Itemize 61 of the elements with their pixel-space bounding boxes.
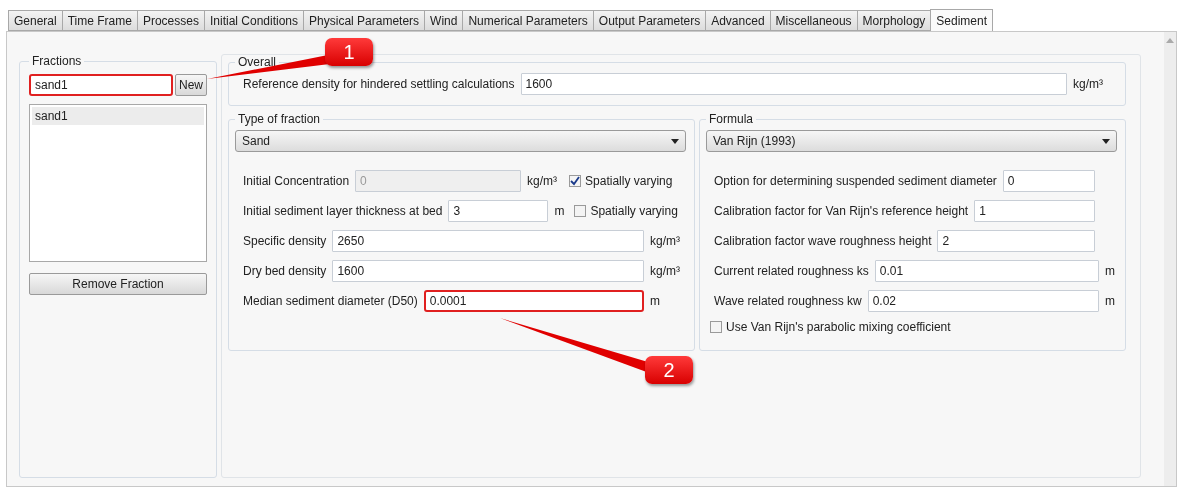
input-field[interactable]: 1 bbox=[974, 200, 1095, 222]
unit-label: m bbox=[650, 294, 661, 308]
input-field[interactable]: 2 bbox=[937, 230, 1095, 252]
tab[interactable]: Output Parameters bbox=[592, 10, 707, 31]
tab[interactable]: Processes bbox=[136, 10, 205, 31]
group-title: Overall bbox=[237, 55, 277, 69]
input-field[interactable]: 0 bbox=[1002, 170, 1095, 192]
input-field[interactable]: 0.0001 bbox=[423, 290, 644, 312]
input-field[interactable]: 1600 bbox=[520, 73, 1067, 95]
field-label: Reference density for hindered settling calculations bbox=[243, 77, 515, 91]
tab[interactable]: Numerical Parameters bbox=[462, 10, 594, 31]
input-field[interactable]: sand1 bbox=[29, 74, 173, 96]
tab[interactable]: General bbox=[8, 10, 63, 31]
unit-label: kg/m³ bbox=[650, 264, 681, 278]
field-label: Wave related roughness kw bbox=[714, 294, 862, 308]
input-field[interactable]: 3 bbox=[448, 200, 549, 222]
input-field[interactable]: 0.01 bbox=[874, 260, 1099, 282]
new-button[interactable]: New bbox=[175, 74, 207, 96]
checkbox-label: Spatially varying bbox=[590, 204, 678, 218]
checkbox[interactable] bbox=[710, 321, 722, 333]
unit-label: m bbox=[1105, 294, 1116, 308]
dropdown-arrow-icon bbox=[671, 138, 679, 144]
tab[interactable]: Advanced bbox=[705, 10, 771, 31]
tab[interactable]: Time Frame bbox=[61, 10, 138, 31]
list-item[interactable]: sand1 bbox=[32, 107, 204, 125]
checkbox-label: Use Van Rijn's parabolic mixing coefficient bbox=[726, 320, 951, 334]
field-label: Calibration factor wave roughness height bbox=[714, 234, 932, 248]
group-title: Formula bbox=[708, 112, 754, 126]
tab[interactable]: Sediment bbox=[930, 9, 993, 31]
input-field[interactable]: 0.02 bbox=[867, 290, 1099, 312]
field-label: Initial sediment layer thickness at bed bbox=[243, 204, 443, 218]
scroll-up-icon[interactable] bbox=[1166, 38, 1174, 43]
dropdown-arrow-icon bbox=[1102, 138, 1110, 144]
formula-dropdown[interactable]: Van Rijn (1993) bbox=[706, 130, 1117, 152]
fraction-type-dropdown[interactable]: Sand bbox=[235, 130, 686, 152]
unit-label: m bbox=[1105, 264, 1116, 278]
unit-label: kg/m³ bbox=[650, 234, 681, 248]
tab[interactable]: Miscellaneous bbox=[769, 10, 858, 31]
unit-label: m bbox=[554, 204, 566, 218]
callout-badge: 2 bbox=[645, 356, 693, 384]
group-title: Fractions bbox=[31, 54, 83, 68]
tab[interactable]: Initial Conditions bbox=[203, 10, 305, 31]
tab[interactable]: Physical Parameters bbox=[303, 10, 426, 31]
group-title: Type of fraction bbox=[237, 112, 322, 126]
input-field[interactable]: 2650 bbox=[332, 230, 644, 252]
input-field[interactable]: 1600 bbox=[332, 260, 644, 282]
field-label: Median sediment diameter (D50) bbox=[243, 294, 418, 308]
field-label: Calibration factor for Van Rijn's reference height bbox=[714, 204, 969, 218]
field-label: Initial Concentration bbox=[243, 174, 350, 188]
field-label: Dry bed density bbox=[243, 264, 327, 278]
callout-badge: 1 bbox=[325, 38, 373, 66]
checkbox[interactable] bbox=[574, 205, 587, 217]
field-label: Specific density bbox=[243, 234, 327, 248]
tab[interactable]: Morphology bbox=[856, 10, 932, 31]
field-label: Option for determining suspended sediment diameter bbox=[714, 174, 997, 188]
unit-label: kg/m³ bbox=[527, 174, 559, 188]
field-label: Current related roughness ks bbox=[714, 264, 869, 278]
unit-label: kg/m³ bbox=[1073, 77, 1104, 91]
remove-fraction-button[interactable]: Remove Fraction bbox=[29, 273, 207, 295]
tab[interactable]: Wind bbox=[424, 10, 464, 31]
checkbox-label: Spatially varying bbox=[585, 174, 673, 188]
